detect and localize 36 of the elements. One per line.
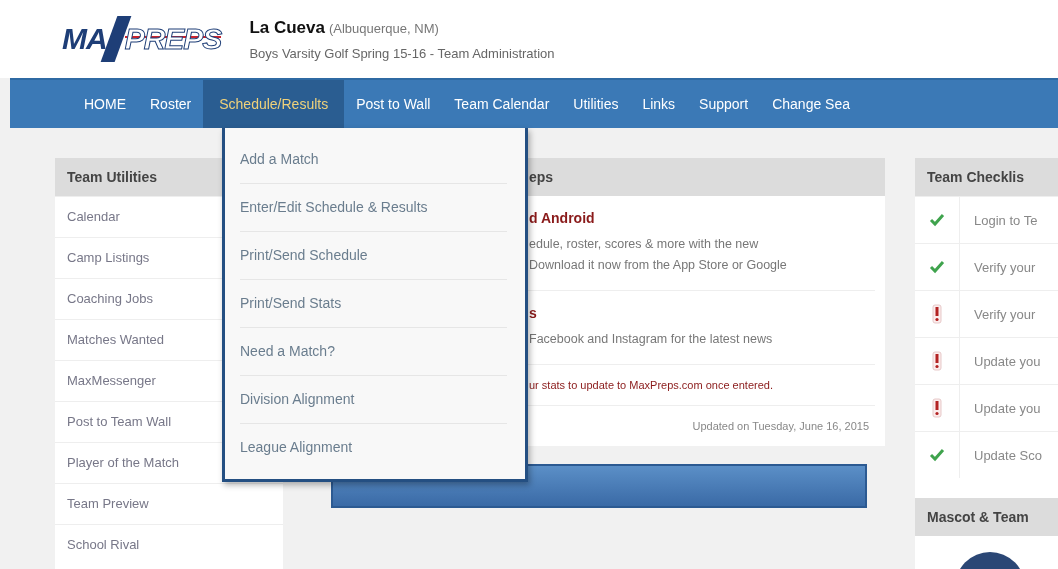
nav-tab[interactable]: Schedule/Results	[203, 80, 345, 128]
nav-tab[interactable]: Utilities	[561, 80, 631, 128]
panel-title: eps	[529, 169, 554, 185]
nav-tab[interactable]: Links	[630, 80, 688, 128]
menu-item[interactable]: Enter/Edit Schedule & Results	[240, 184, 507, 232]
panel-title: Team Checklis	[915, 158, 1058, 196]
menu-item[interactable]: Need a Match?	[240, 328, 507, 376]
utility-link[interactable]: School Rival	[55, 524, 283, 565]
checklist-item[interactable]: Verify your	[960, 259, 1036, 275]
nav-tab[interactable]: Roster	[138, 80, 204, 128]
nav-tab[interactable]: Support	[687, 80, 761, 128]
panel-title: Mascot & Team	[915, 498, 1058, 536]
checklist-item[interactable]: Update you	[960, 353, 1041, 369]
stats-note: ur stats to update to MaxPreps.com once entered.	[529, 379, 774, 391]
updated-date: Updated on Tuesday, June 16, 2015	[692, 420, 869, 432]
checklist-item[interactable]: Verify your	[960, 306, 1036, 322]
nav-tab[interactable]: HOME	[72, 80, 138, 128]
school-location: (Albuquerque, NM)	[328, 20, 439, 36]
news-text: Facebook and Instagram for the latest news	[529, 331, 774, 348]
news-text: Download it now from the App Store or Google	[529, 257, 788, 274]
menu-item[interactable]: Print/Send Schedule	[240, 232, 507, 280]
menu-item[interactable]: Add a Match	[240, 136, 507, 184]
school-name: La Cueva	[249, 17, 325, 37]
news-heading: s	[529, 305, 538, 321]
nav-tab[interactable]: Team Calendar	[442, 80, 562, 128]
menu-item[interactable]: Print/Send Stats	[240, 280, 507, 328]
team-subtitle: Boys Varsity Golf Spring 15-16 - Team Administration	[249, 45, 555, 61]
checklist-item[interactable]: Login to Te	[960, 212, 1038, 228]
utility-link[interactable]: Team Preview	[55, 483, 283, 524]
news-heading: d Android	[529, 210, 596, 226]
checklist-item[interactable]: Update you	[960, 400, 1041, 416]
nav-tab[interactable]: Change Sea	[760, 80, 862, 128]
nav-tab[interactable]: Post to Wall	[344, 80, 443, 128]
checklist-item[interactable]: Update Sco	[960, 447, 1042, 463]
news-text: edule, roster, scores & more with the new	[529, 236, 760, 253]
menu-item[interactable]: Division Alignment	[240, 376, 507, 424]
